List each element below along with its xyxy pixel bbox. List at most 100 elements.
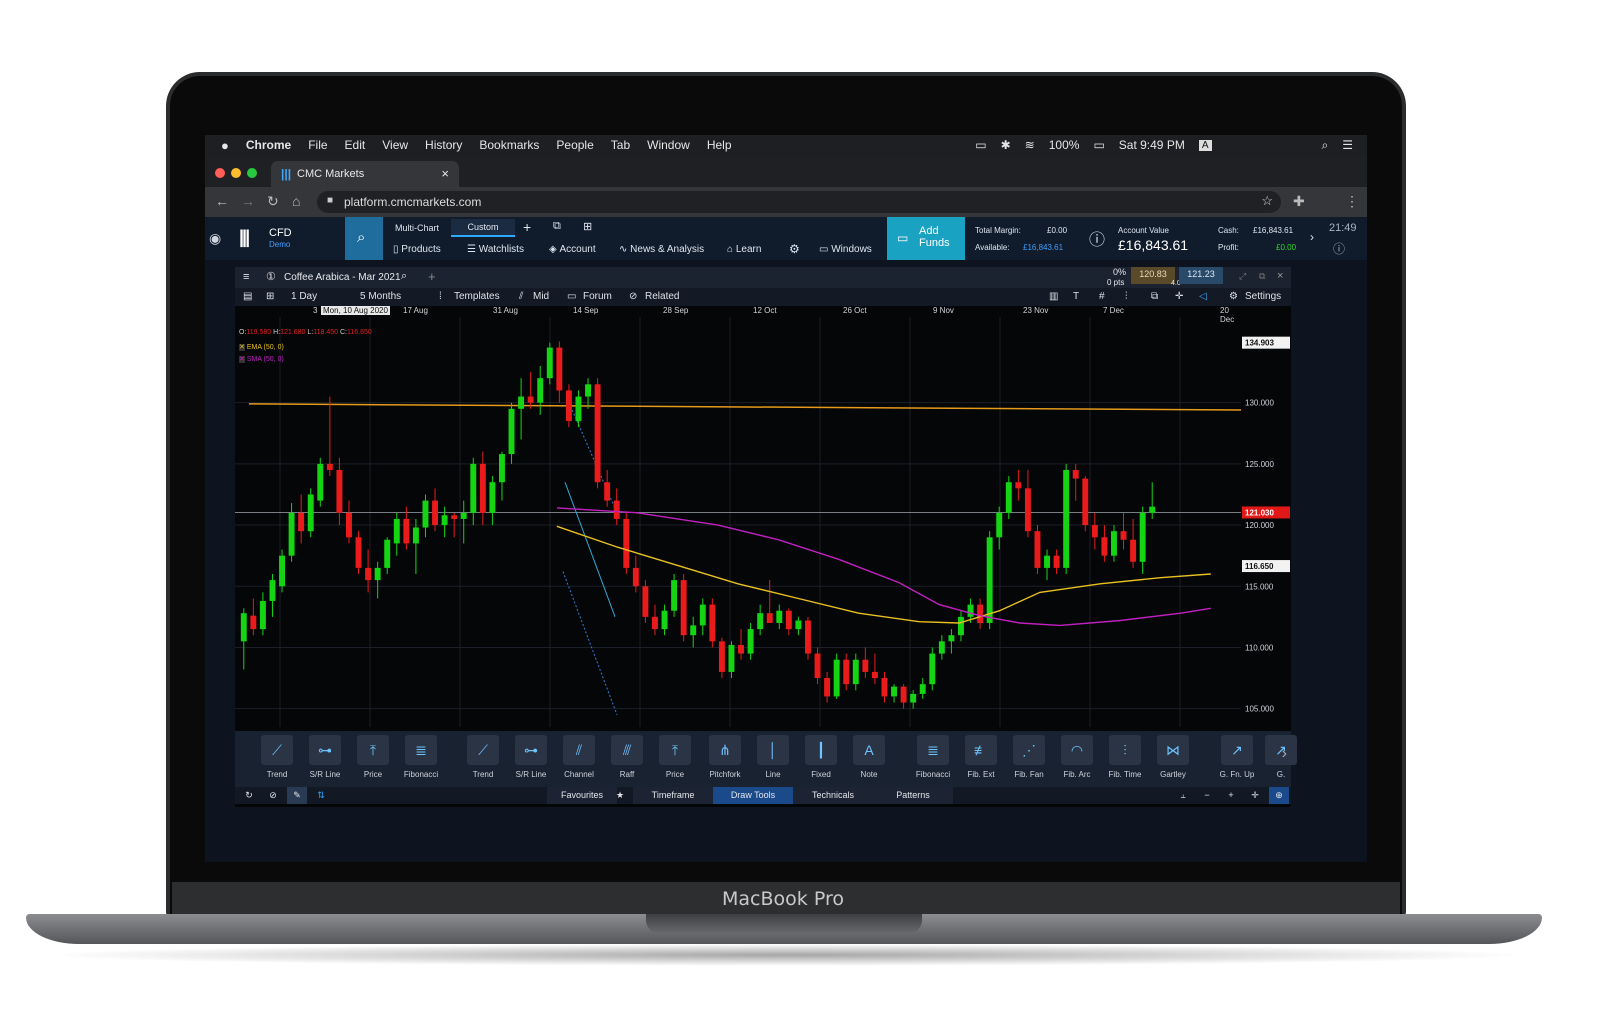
copy-icon[interactable]: ⧉ [1151,291,1158,302]
minimize-window-icon[interactable] [231,168,241,178]
tab-patterns[interactable]: Patterns [873,787,953,804]
profile-icon[interactable]: ◉ [209,230,221,247]
fit-icon[interactable]: ✛ [1245,787,1265,804]
chart-type-icon[interactable]: ▥ [1049,291,1058,302]
notification-icon[interactable]: ☰ [1342,138,1353,152]
close-window-icon[interactable] [215,168,225,178]
battery-text[interactable]: 100% [1049,138,1080,152]
menu-help[interactable]: Help [707,138,732,152]
draw-tool-g-fn-up[interactable]: ↗ G. Fn. Up [1217,735,1257,787]
chart-menu-icon[interactable]: ≡ [243,271,249,283]
chrome-menu-icon[interactable]: ⋮ [1345,193,1359,210]
wifi-icon[interactable]: ≋ [1025,138,1035,152]
info-icon[interactable]: ⓘ [1089,226,1105,250]
draw-tool-fib-fan[interactable]: ⋰ Fib. Fan [1009,735,1049,787]
mid-button[interactable]: Mid [533,291,549,302]
nav-learn[interactable]: ⌂ Learn [727,239,761,259]
order-ticket-icon[interactable]: ◁ [1199,291,1207,302]
draw-tool-line[interactable]: │ Line [753,735,793,787]
nav-windows[interactable]: ▭ Windows [819,239,872,259]
nav-watchlists[interactable]: ☰ Watchlists [467,239,524,259]
detach-icon[interactable]: ⧉ [553,220,561,233]
text-size-icon[interactable]: T [1073,291,1079,302]
address-bar[interactable]: ■ platform.cmcmarkets.com ☆ [317,191,1281,213]
popout-icon[interactable]: ⧉ [1259,271,1265,282]
draw-tool-fixed[interactable]: ┃ Fixed [801,735,841,787]
input-source[interactable]: A [1198,139,1212,151]
sell-price-button[interactable]: 120.83 [1131,267,1175,284]
clear-icon[interactable]: ⊘ [263,787,283,804]
undo-icon[interactable]: ↻ [239,787,259,804]
instrument-search-icon[interactable]: ⌕ [401,270,407,283]
tab-close-icon[interactable]: × [441,166,449,181]
menu-chrome[interactable]: Chrome [246,138,291,152]
mid-icon[interactable]: ⫽ [519,291,523,302]
add-instrument-icon[interactable]: + [428,269,436,284]
draw-tool-price[interactable]: ⤒ Price [655,735,695,787]
menu-window[interactable]: Window [647,138,690,152]
crosshair-icon[interactable]: ✛ [1175,291,1183,302]
related-icon[interactable]: ⊘ [629,291,637,302]
expand-icon[interactable]: ⤢ [1239,271,1246,282]
candlestick-chart[interactable]: 134.903 130.000 125.000 121.030 120.000 116.6… [235,317,1291,727]
buy-price-button[interactable]: 121.23 [1179,267,1223,284]
zoom-in-icon[interactable]: + [1221,787,1241,804]
templates-button[interactable]: Templates [454,291,500,302]
tab-custom[interactable]: Custom [451,219,515,237]
tab-timeframe[interactable]: Timeframe [633,787,713,804]
draw-tool-fib-time[interactable]: ⫶ Fib. Time [1105,735,1145,787]
timeframe-select[interactable]: 1 Day [291,291,317,302]
menu-bookmarks[interactable]: Bookmarks [479,138,539,152]
draw-tool-trend[interactable]: ⟋ Trend [257,735,297,787]
menu-history[interactable]: History [425,138,462,152]
bookmark-star-icon[interactable]: ☆ [1261,193,1273,209]
draw-tool-gartley[interactable]: ⋈ Gartley [1153,735,1193,787]
expand-arrow-icon[interactable]: › [1310,230,1314,244]
draw-tool-s-r-line[interactable]: ⊶ S/R Line [511,735,551,787]
nav-products[interactable]: ▯ Products [393,239,441,259]
search-button[interactable]: ⌕ [345,217,383,260]
settings-button[interactable]: Settings [1245,291,1281,302]
settings-icon[interactable]: ⚙ [1229,291,1238,302]
nav-account[interactable]: ◈ Account [549,239,596,259]
draw-tool-fib-ext[interactable]: ≢ Fib. Ext [961,735,1001,787]
forum-icon[interactable]: ▭ [567,291,576,302]
new-window-icon[interactable]: ⊞ [583,220,592,233]
close-chart-icon[interactable]: × [1277,270,1283,282]
sort-icon[interactable]: ⇅ [311,787,331,804]
link-icon[interactable]: ① [266,270,276,283]
draw-tool-s-r-line[interactable]: ⊶ S/R Line [305,735,345,787]
nav-news[interactable]: ∿ News & Analysis [619,239,704,259]
templates-icon[interactable]: ⁞ [439,291,442,302]
draw-tool-note[interactable]: A Note [849,735,889,787]
zoom-window-icon[interactable] [247,168,257,178]
menu-edit[interactable]: Edit [345,138,366,152]
draw-tool-channel[interactable]: ⫽ Channel [559,735,599,787]
ema-legend[interactable]: ✕ EMA (50, 0) [239,343,284,351]
sma-remove-icon[interactable]: ✕ [239,356,245,363]
battery-icon[interactable]: ▭ [1093,138,1104,152]
ema-remove-icon[interactable]: ✕ [239,344,245,351]
tab-favourites[interactable]: Favourites [547,787,617,804]
related-button[interactable]: Related [645,291,679,302]
tab-multi-chart[interactable]: Multi-Chart [395,223,439,233]
range-select[interactable]: 5 Months [360,291,401,302]
display-icon[interactable]: ▭ [975,138,986,152]
zoom-out-icon[interactable]: − [1197,787,1217,804]
draw-tool-fibonacci[interactable]: ≣ Fibonacci [401,735,441,787]
clock-info-icon[interactable]: ⓘ [1333,240,1345,257]
favourites-star-icon[interactable]: ★ [609,787,631,804]
forum-button[interactable]: Forum [583,291,612,302]
apple-icon[interactable]: ● [221,138,229,153]
tab-technicals[interactable]: Technicals [793,787,873,804]
draw-tool-fibonacci[interactable]: ≣ Fibonacci [913,735,953,787]
add-tab-icon[interactable]: + [523,219,531,235]
scroll-right-icon[interactable]: › [1282,745,1287,763]
layout-grid-icon[interactable]: ⊞ [266,291,274,302]
draw-tool-raff[interactable]: ⫻ Raff [607,735,647,787]
menu-tab[interactable]: Tab [611,138,630,152]
draw-tool-pitchfork[interactable]: ⋔ Pitchfork [705,735,745,787]
menu-view[interactable]: View [382,138,408,152]
stack-icon[interactable]: ⫠ [1173,787,1193,804]
grid-icon[interactable]: # [1099,291,1105,302]
